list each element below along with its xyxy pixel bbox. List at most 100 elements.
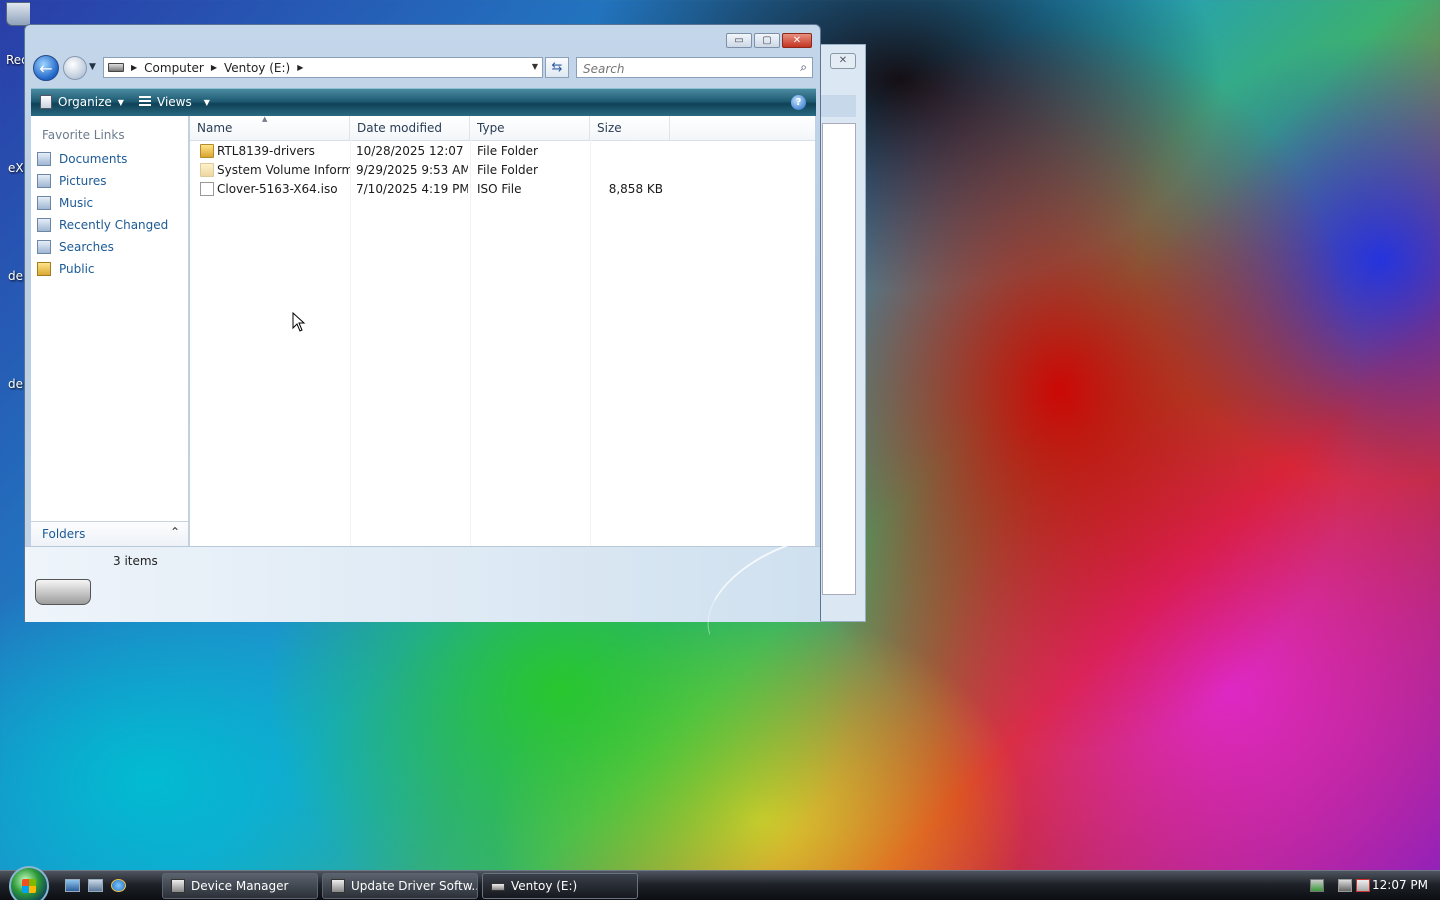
- documents-icon: [37, 152, 51, 166]
- mouse-cursor-icon: [292, 311, 306, 332]
- taskbar-item-label: Device Manager: [191, 879, 289, 893]
- start-button[interactable]: [9, 866, 49, 900]
- folders-bar[interactable]: Folders ⌃: [31, 521, 189, 546]
- navigation-pane: Favorite Links Documents Pictures Music …: [31, 116, 189, 546]
- breadcrumb-ventoy[interactable]: Ventoy (E:): [224, 61, 290, 75]
- file-list[interactable]: ▲ Name Date modified Type Size RTL8139-d…: [190, 115, 815, 546]
- search-box[interactable]: ⌕: [576, 57, 813, 78]
- chevron-down-icon[interactable]: ▼: [204, 98, 210, 107]
- breadcrumb-chevron-icon[interactable]: ▶: [297, 63, 303, 72]
- background-dialog[interactable]: ✕: [820, 44, 866, 622]
- background-dialog-band: [820, 95, 856, 117]
- explorer-window[interactable]: ▭ ▢ ✕ ← ▼ ▶ Computer ▶ Ventoy (E:) ▶ ▼ ⇆…: [24, 24, 821, 635]
- file-icon: [200, 182, 214, 196]
- file-row[interactable]: System Volume Inform... 9/29/2025 9:53 A…: [190, 161, 670, 180]
- search-icon[interactable]: ⌕: [800, 60, 807, 75]
- nav-item-public[interactable]: Public: [37, 259, 95, 279]
- show-desktop-icon[interactable]: [65, 879, 80, 892]
- address-bar[interactable]: ▶ Computer ▶ Ventoy (E:) ▶ ▼: [103, 57, 543, 78]
- file-size: 8,858 KB: [608, 182, 663, 196]
- maximize-button[interactable]: ▢: [754, 33, 780, 48]
- file-date: 9/29/2025 9:53 AM: [356, 163, 468, 177]
- search-input[interactable]: [581, 59, 785, 78]
- recently-changed-icon: [37, 218, 51, 232]
- removable-drive-icon: [35, 579, 91, 605]
- details-pane: 3 items: [25, 541, 820, 635]
- nav-item-label: Documents: [59, 152, 128, 166]
- nav-item-searches[interactable]: Searches: [37, 237, 114, 257]
- sort-ascending-icon: ▲: [262, 115, 268, 123]
- file-row[interactable]: RTL8139-drivers 10/28/2025 12:07 ... Fil…: [190, 142, 670, 161]
- nav-item-recently-changed[interactable]: Recently Changed: [37, 215, 168, 235]
- refresh-button[interactable]: ⇆: [545, 57, 569, 78]
- chevron-down-icon: ▼: [117, 97, 124, 107]
- nav-item-label: Music: [59, 196, 94, 210]
- views-label: Views: [157, 95, 192, 109]
- decorative-swoosh: [690, 541, 815, 635]
- file-date: 10/28/2025 12:07 ...: [356, 144, 468, 158]
- column-header-label: Size: [597, 121, 622, 135]
- background-dialog-panel: [822, 123, 856, 595]
- command-bar: Organize ▼ Views ▼ ?: [31, 88, 816, 116]
- nav-item-pictures[interactable]: Pictures: [37, 171, 107, 191]
- organize-icon: [40, 95, 52, 109]
- windows-logo-icon: [22, 879, 36, 893]
- file-type: ISO File: [477, 182, 522, 196]
- file-name: RTL8139-drivers: [217, 144, 315, 158]
- forward-button[interactable]: [63, 56, 87, 80]
- taskbar-item-device-manager[interactable]: Device Manager: [162, 873, 318, 899]
- file-name: Clover-5163-X64.iso: [217, 182, 338, 196]
- favorite-links-header: Favorite Links: [42, 128, 125, 142]
- drive-icon: [491, 883, 505, 891]
- network-disconnected-icon[interactable]: [1338, 879, 1352, 892]
- device-manager-icon: [171, 879, 185, 893]
- breadcrumb-computer[interactable]: Computer: [144, 61, 204, 75]
- nav-item-music[interactable]: Music: [37, 193, 93, 213]
- background-dialog-close-button[interactable]: ✕: [830, 53, 856, 69]
- recycle-bin-icon: [6, 2, 30, 26]
- recent-pages-dropdown[interactable]: ▼: [89, 62, 96, 72]
- column-header-type[interactable]: Type: [470, 116, 590, 140]
- close-button[interactable]: ✕: [782, 33, 812, 48]
- chevron-up-icon[interactable]: ⌃: [170, 525, 180, 539]
- views-button[interactable]: Views ▼: [139, 95, 210, 109]
- folder-icon: [37, 262, 51, 276]
- switch-windows-icon[interactable]: [88, 879, 103, 892]
- views-icon: [139, 96, 151, 108]
- taskbar-item-ventoy[interactable]: Ventoy (E:): [482, 873, 638, 899]
- file-date: 7/10/2025 4:19 PM: [356, 182, 468, 196]
- taskbar-item-label: Update Driver Softw...: [351, 879, 478, 893]
- nav-item-label: Public: [59, 262, 95, 276]
- taskbar-item-update-driver[interactable]: Update Driver Softw...: [322, 873, 478, 899]
- safely-remove-hardware-icon[interactable]: [1310, 879, 1324, 892]
- pictures-icon: [37, 174, 51, 188]
- file-row[interactable]: Clover-5163-X64.iso 7/10/2025 4:19 PM IS…: [190, 180, 670, 199]
- column-header-label: Name: [197, 121, 233, 135]
- column-header-date[interactable]: Date modified: [350, 116, 470, 140]
- column-header-name[interactable]: ▲ Name: [190, 115, 350, 140]
- column-header-label: Type: [477, 121, 505, 135]
- desktop-icon-recycle-bin[interactable]: [0, 2, 30, 26]
- column-header-label: Date modified: [357, 121, 443, 135]
- minimize-button[interactable]: ▭: [726, 33, 752, 48]
- nav-item-documents[interactable]: Documents: [37, 149, 127, 169]
- refresh-icon: ⇆: [551, 60, 563, 75]
- breadcrumb-chevron-icon[interactable]: ▶: [131, 63, 137, 72]
- organize-button[interactable]: Organize ▼: [40, 95, 124, 109]
- column-header-size[interactable]: Size: [590, 116, 670, 140]
- music-icon: [37, 196, 51, 210]
- back-button[interactable]: ←: [33, 55, 59, 81]
- help-button[interactable]: ?: [791, 95, 806, 110]
- breadcrumb-chevron-icon[interactable]: ▶: [211, 63, 217, 72]
- nav-item-label: Pictures: [59, 174, 107, 188]
- column-headers: ▲ Name Date modified Type Size: [190, 115, 815, 141]
- taskbar-item-label: Ventoy (E:): [511, 879, 578, 893]
- volume-muted-icon[interactable]: [1356, 879, 1370, 892]
- column-divider: [350, 140, 351, 546]
- clock[interactable]: 12:07 PM: [1372, 878, 1428, 892]
- column-divider: [590, 140, 591, 546]
- file-name: System Volume Inform...: [217, 163, 350, 177]
- nav-item-label: Recently Changed: [59, 218, 169, 232]
- address-dropdown-icon[interactable]: ▼: [532, 62, 538, 71]
- internet-explorer-icon[interactable]: [111, 879, 126, 892]
